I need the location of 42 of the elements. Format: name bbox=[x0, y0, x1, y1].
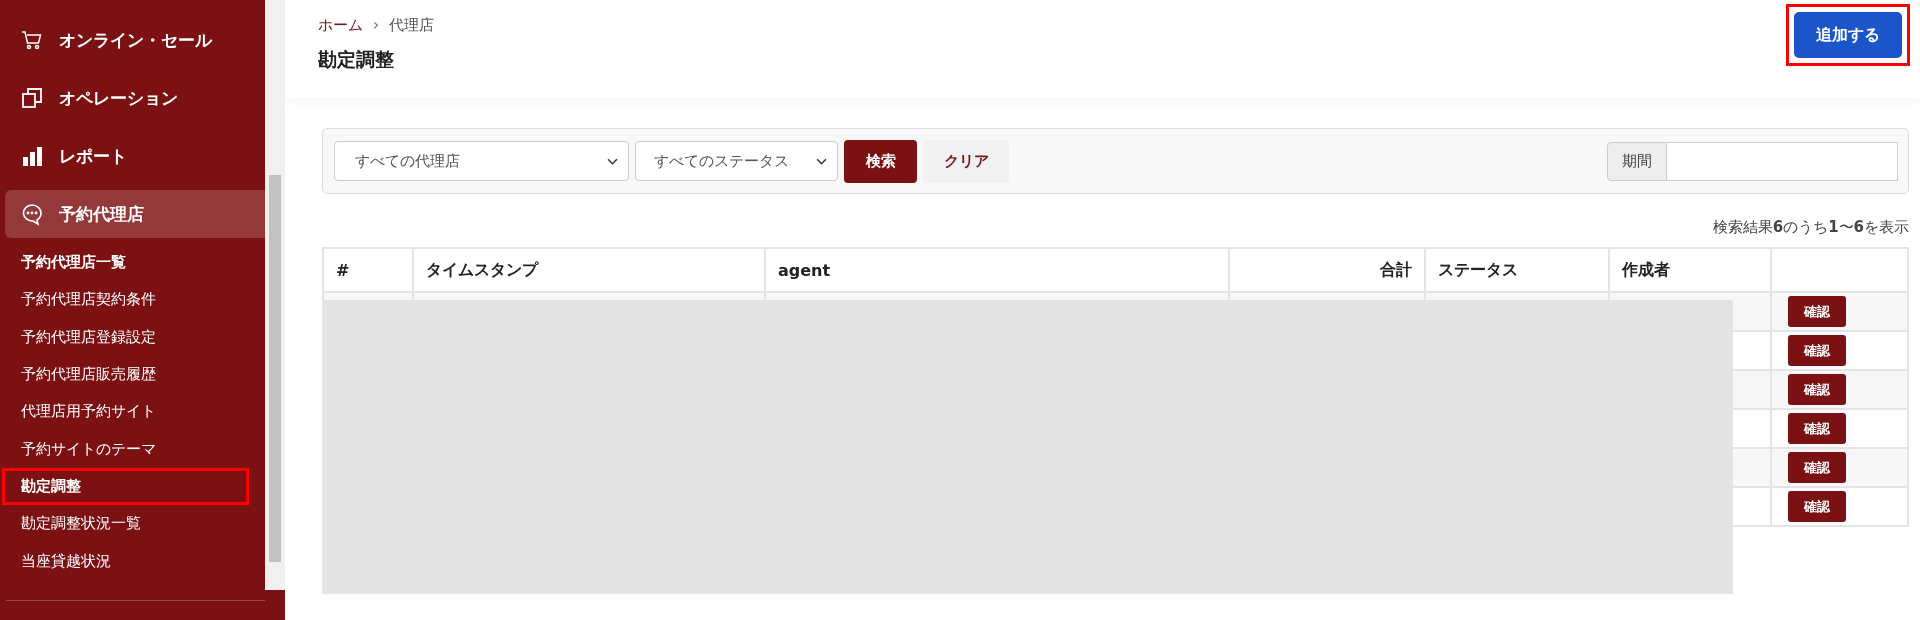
menu-item[interactable]: オペレーション bbox=[5, 74, 265, 122]
bar-chart-icon bbox=[20, 144, 44, 168]
submenu-item[interactable]: 代理店用予約サイト bbox=[2, 393, 249, 431]
scrollbar[interactable] bbox=[265, 0, 285, 590]
add-button[interactable]: 追加する bbox=[1794, 12, 1902, 58]
column-header: # bbox=[323, 248, 413, 292]
menu-item[interactable]: レポート bbox=[5, 132, 265, 180]
column-header: ステータス bbox=[1425, 248, 1609, 292]
menu-item[interactable]: オンライン・セール bbox=[5, 16, 265, 64]
confirm-button[interactable]: 確認 bbox=[1788, 335, 1846, 366]
column-header: タイムスタンプ bbox=[413, 248, 765, 292]
cart-icon bbox=[20, 28, 44, 52]
submenu-item[interactable]: 予約代理店登録設定 bbox=[2, 318, 249, 356]
submenu-item[interactable]: 勘定調整状況一覧 bbox=[2, 505, 249, 543]
confirm-button[interactable]: 確認 bbox=[1788, 413, 1846, 444]
submenu-item[interactable]: 勘定調整 bbox=[2, 467, 249, 506]
submenu-item[interactable]: 予約代理店一覧 bbox=[2, 244, 249, 282]
period-label: 期間 bbox=[1607, 141, 1667, 181]
chat-icon bbox=[20, 202, 44, 226]
search-button[interactable]: 検索 bbox=[844, 139, 917, 183]
chevron-down-icon bbox=[607, 157, 618, 165]
breadcrumb-separator: › bbox=[373, 16, 379, 35]
page-title: 勘定調整 bbox=[318, 47, 395, 72]
confirm-button[interactable]: 確認 bbox=[1788, 296, 1846, 327]
menu-item[interactable]: 予約代理店 bbox=[5, 190, 265, 238]
column-header: agent bbox=[765, 248, 1229, 292]
status-select[interactable]: すべてのステータス bbox=[635, 141, 838, 181]
confirm-button[interactable]: 確認 bbox=[1788, 491, 1846, 522]
column-header: 合計 bbox=[1229, 248, 1425, 292]
confirm-button[interactable]: 確認 bbox=[1788, 452, 1846, 483]
clear-button[interactable]: クリア bbox=[923, 139, 1009, 183]
chevron-down-icon bbox=[816, 157, 827, 165]
submenu-item[interactable]: 予約代理店販売履歴 bbox=[2, 355, 249, 394]
confirm-button[interactable]: 確認 bbox=[1788, 374, 1846, 405]
period-field[interactable] bbox=[1667, 141, 1898, 181]
breadcrumb-current: 代理店 bbox=[389, 16, 434, 35]
breadcrumb-link[interactable]: ホーム bbox=[318, 16, 363, 35]
submenu-item[interactable]: 予約サイトのテーマ bbox=[2, 430, 249, 468]
copy-icon bbox=[20, 86, 44, 110]
submenu-item[interactable]: 当座貸越状況 bbox=[2, 542, 249, 580]
agent-select[interactable]: すべての代理店 bbox=[334, 141, 629, 181]
submenu-item[interactable]: 予約代理店契約条件 bbox=[2, 281, 249, 319]
